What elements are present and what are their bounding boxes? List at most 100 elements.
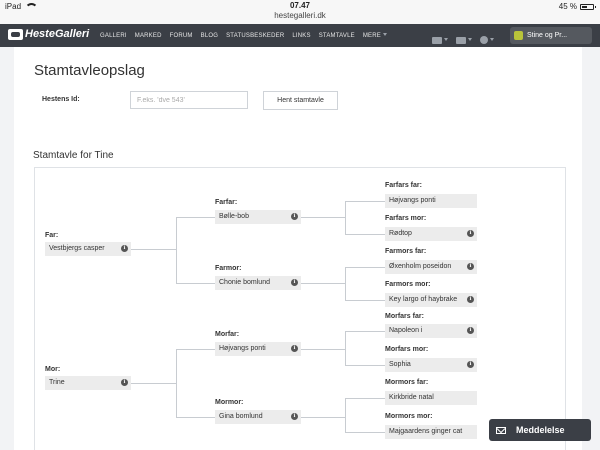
info-icon[interactable]: i <box>291 213 298 220</box>
farmors-mor-name: Key largo of haybrake <box>389 296 458 303</box>
info-icon[interactable]: i <box>467 296 474 303</box>
farfars-far-name: Højvangs ponti <box>389 197 436 204</box>
battery-percent: 45 % <box>558 2 577 11</box>
mor-name: Trine <box>49 379 65 386</box>
connector <box>176 283 215 284</box>
horse-id-input[interactable] <box>130 91 248 109</box>
message-button-label: Meddelelse <box>516 425 565 435</box>
chevron-down-icon <box>383 33 387 37</box>
connector <box>176 349 215 350</box>
info-icon[interactable]: i <box>291 413 298 420</box>
nav-item-links[interactable]: LINKS <box>288 33 314 39</box>
nav-item-blog[interactable]: BLOG <box>197 33 222 39</box>
chevron-down-icon <box>490 38 494 42</box>
morfars-far-node[interactable]: Napoleon i i <box>385 324 477 338</box>
mormors-mor-node[interactable]: Majgaardens ginger cat <box>385 425 477 439</box>
info-icon[interactable]: i <box>121 245 128 252</box>
info-icon[interactable]: i <box>121 379 128 386</box>
info-icon[interactable]: i <box>291 345 298 352</box>
farfars-far-label: Farfars far: <box>385 182 422 189</box>
nav-item-statusbeskeder[interactable]: STATUSBESKEDER <box>222 33 288 39</box>
envelope-icon <box>432 37 442 44</box>
info-icon[interactable]: i <box>467 361 474 368</box>
connector <box>345 300 385 301</box>
mormors-far-label: Mormors far: <box>385 379 429 386</box>
mormors-far-name: Kirkbride natal <box>389 394 434 401</box>
far-label: Far: <box>45 232 59 239</box>
nav-item-stamtavle[interactable]: STAMTAVLE <box>315 33 359 39</box>
ios-status-bar: iPad 07.47 hestegalleri.dk 45 % <box>0 0 600 24</box>
mormors-far-node[interactable]: Kirkbride natal <box>385 391 477 405</box>
logo-icon <box>8 28 23 40</box>
message-button[interactable]: Meddelelse <box>489 419 591 441</box>
morfar-label: Morfar: <box>215 331 240 338</box>
nav-item-galleri[interactable]: GALLERI <box>96 33 131 39</box>
nav-item-forum[interactable]: FORUM <box>166 33 197 39</box>
connector <box>345 267 346 300</box>
info-icon[interactable]: i <box>467 327 474 334</box>
pedigree-tree: Far: Vestbjergs casper i Mor: Trine i Fa… <box>34 167 566 450</box>
mormor-node[interactable]: Gina bomlund i <box>215 410 301 424</box>
pedigree-heading: Stamtavle for Tine <box>33 150 114 161</box>
users-icon <box>456 37 466 44</box>
morfars-far-label: Morfars far: <box>385 313 424 320</box>
chevron-down-icon <box>468 38 472 42</box>
connector <box>176 417 215 418</box>
fetch-pedigree-button[interactable]: Hent stamtavle <box>263 91 338 110</box>
status-right: 45 % <box>558 2 596 11</box>
user-menu-button[interactable]: Stine og Pr... <box>510 27 592 44</box>
far-node[interactable]: Vestbjergs casper i <box>45 242 131 256</box>
nav-item-marked[interactable]: MARKED <box>131 33 166 39</box>
connector <box>131 249 176 250</box>
connector <box>345 331 385 332</box>
address-bar-url[interactable]: hestegalleri.dk <box>0 11 600 20</box>
mor-label: Mor: <box>45 366 61 373</box>
connector <box>345 201 385 202</box>
connector <box>301 283 345 284</box>
connector <box>345 267 385 268</box>
farmors-far-name: Øxenholm poseidon <box>389 263 452 270</box>
connector <box>345 234 385 235</box>
connector <box>345 398 385 399</box>
battery-icon <box>580 3 596 10</box>
connector <box>345 331 346 365</box>
morfar-node[interactable]: Højvangs ponti i <box>215 342 301 356</box>
morfars-mor-node[interactable]: Sophia i <box>385 358 477 372</box>
avatar <box>514 31 523 40</box>
status-time: 07.47 <box>289 1 311 10</box>
mormor-name: Gina bomlund <box>219 413 263 420</box>
chevron-down-icon <box>444 38 448 42</box>
farmor-label: Farmor: <box>215 265 242 272</box>
connector <box>301 417 345 418</box>
farmors-far-label: Farmors far: <box>385 248 427 255</box>
horse-icon <box>480 36 488 44</box>
mor-node[interactable]: Trine i <box>45 376 131 390</box>
user-name: Stine og Pr... <box>527 32 568 39</box>
site-logo[interactable]: HesteGalleri <box>8 28 89 40</box>
info-icon[interactable]: i <box>291 279 298 286</box>
connector <box>131 383 176 384</box>
envelope-icon <box>496 426 506 434</box>
connector <box>176 217 177 283</box>
horse-id-label: Hestens Id: <box>42 96 80 103</box>
farmor-node[interactable]: Chonie bomlund i <box>215 276 301 290</box>
page-title: Stamtavleopslag <box>34 62 145 79</box>
farfar-label: Farfar: <box>215 199 238 206</box>
morfar-name: Højvangs ponti <box>219 345 266 352</box>
nav-item-mere[interactable]: MERE <box>359 33 391 39</box>
farfars-mor-node[interactable]: Rødtop i <box>385 227 477 241</box>
connector <box>345 398 346 432</box>
farmors-far-node[interactable]: Øxenholm poseidon i <box>385 260 477 274</box>
mormors-mor-name: Majgaardens ginger cat <box>389 428 463 435</box>
mormors-mor-label: Mormors mor: <box>385 413 433 420</box>
morfars-far-name: Napoleon i <box>389 327 423 334</box>
farfar-node[interactable]: Bølle-bob i <box>215 210 301 224</box>
connector <box>301 349 345 350</box>
farmors-mor-node[interactable]: Key largo of haybrake i <box>385 293 477 307</box>
connector <box>176 349 177 417</box>
farfars-far-node[interactable]: Højvangs ponti <box>385 194 477 208</box>
farfar-name: Bølle-bob <box>219 213 249 220</box>
info-icon[interactable]: i <box>467 230 474 237</box>
logo-text: HesteGalleri <box>25 28 90 40</box>
info-icon[interactable]: i <box>467 263 474 270</box>
